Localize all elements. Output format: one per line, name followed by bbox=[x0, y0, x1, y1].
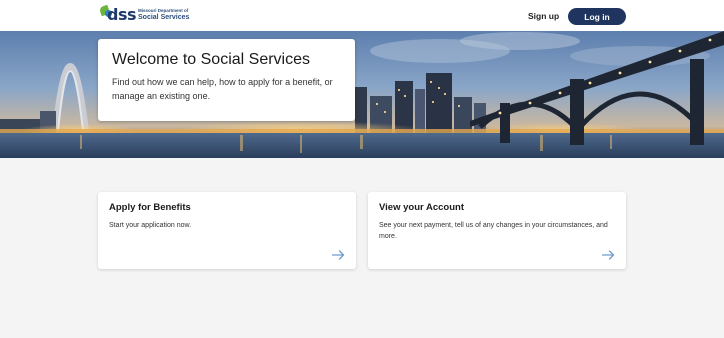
logo-department-line: Missouri Department of bbox=[138, 7, 189, 13]
arrow-right-icon[interactable] bbox=[602, 250, 615, 260]
site-header: dss Missouri Department of Social Servic… bbox=[0, 0, 724, 31]
arrow-right-icon[interactable] bbox=[332, 250, 345, 260]
view-your-account-card[interactable]: View your Account See your next payment,… bbox=[368, 192, 626, 269]
logo-agency-line: Social Services bbox=[138, 14, 190, 22]
welcome-description: Find out how we can help, how to apply f… bbox=[112, 77, 333, 101]
dss-logo[interactable]: dss Missouri Department of Social Servic… bbox=[98, 4, 190, 26]
card-title: View your Account bbox=[379, 202, 464, 213]
log-in-button[interactable]: Log in bbox=[568, 8, 626, 25]
page-title: Welcome to Social Services bbox=[112, 51, 310, 68]
sign-up-link[interactable]: Sign up bbox=[528, 9, 559, 23]
logo-wordmark: dss bbox=[107, 5, 137, 24]
apply-for-benefits-card[interactable]: Apply for Benefits Start your applicatio… bbox=[98, 192, 356, 269]
logo-mark: dss bbox=[98, 4, 137, 26]
logo-text: Missouri Department of Social Services bbox=[138, 7, 190, 22]
card-description: Start your application now. bbox=[109, 222, 192, 229]
card-title: Apply for Benefits bbox=[109, 202, 191, 213]
welcome-panel: Welcome to Social Services Find out how … bbox=[98, 39, 355, 121]
card-description: See your next payment, tell us of any ch… bbox=[379, 222, 608, 240]
